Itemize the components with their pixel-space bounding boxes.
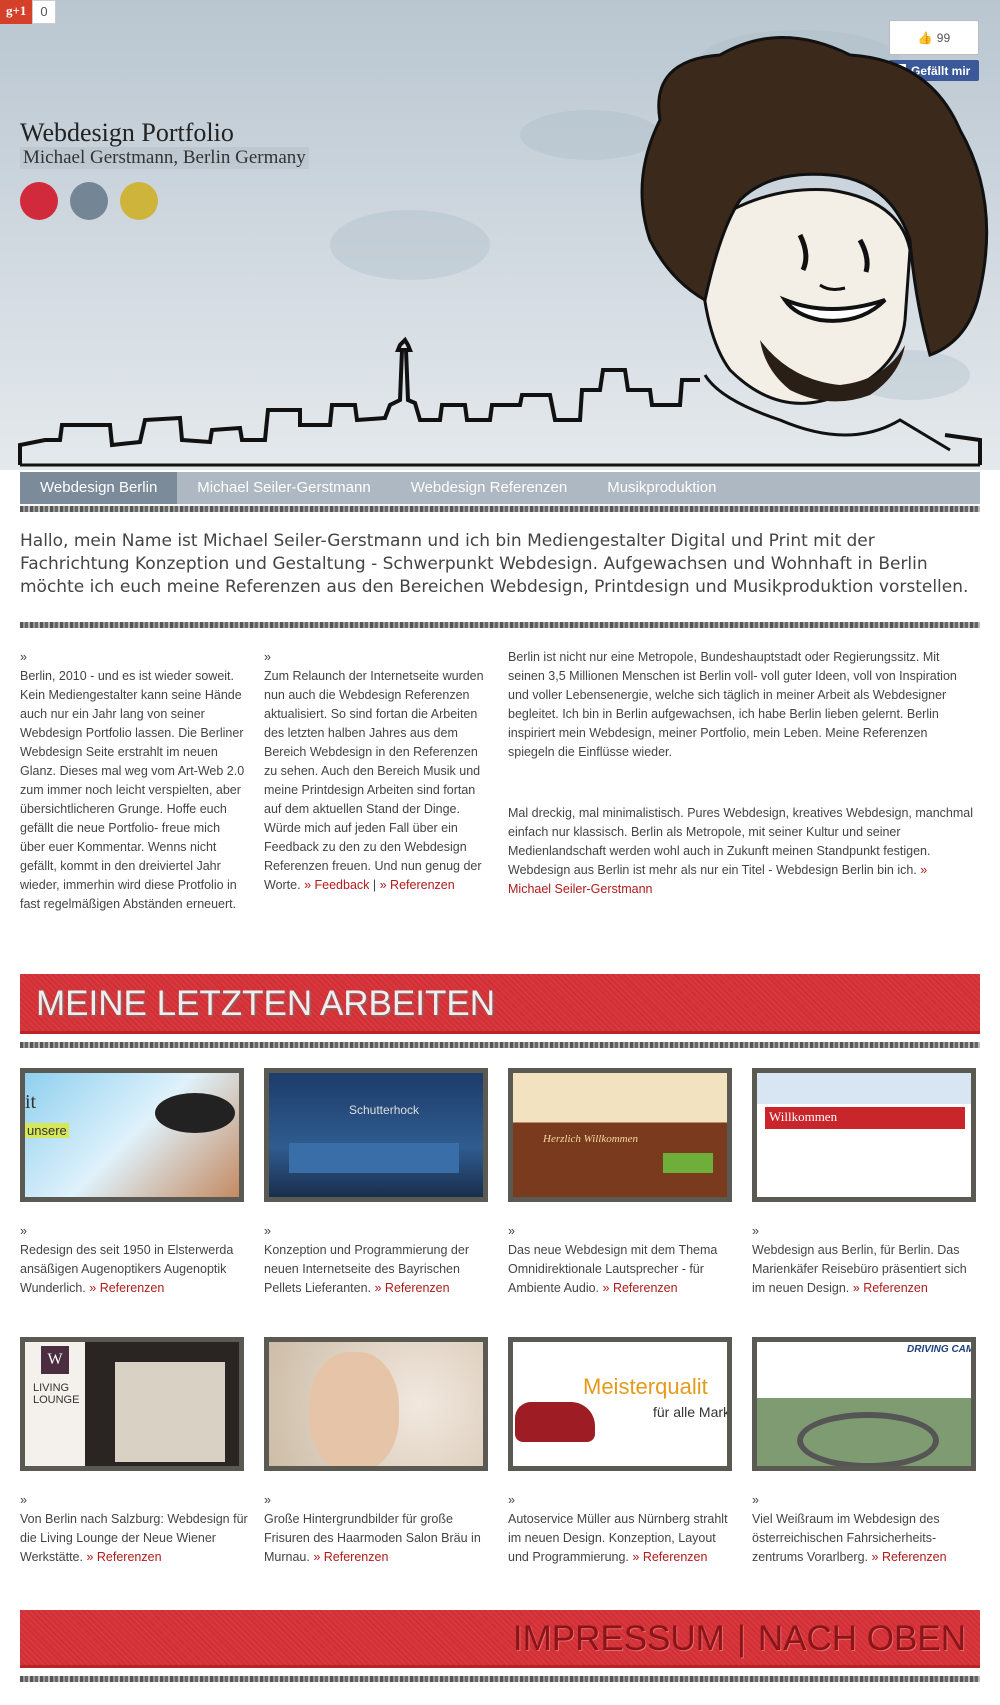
text-column-3: Berlin ist nicht nur eine Metropole, Bun…	[508, 648, 973, 899]
thumb-text: für alle Mark	[653, 1404, 731, 1420]
caption-arrow: »	[20, 1224, 27, 1238]
work-caption: » Das neue Webdesign mit dem Thema Omnid…	[508, 1222, 738, 1298]
main-nav: Webdesign Berlin Michael Seiler-Gerstman…	[20, 472, 980, 504]
works-heading: MEINE LETZTEN ARBEITEN	[36, 984, 495, 1023]
work-thumbnail[interactable]: it unsere	[20, 1068, 244, 1202]
thumb-text: LIVING LOUNGE	[33, 1382, 80, 1406]
track-shape	[797, 1412, 939, 1466]
living-lounge-logo: W	[41, 1346, 69, 1374]
work-caption: » Redesign des seit 1950 in Elsterwerda …	[20, 1222, 250, 1298]
nav-item-webdesign-referenzen[interactable]: Webdesign Referenzen	[391, 472, 588, 504]
referenzen-link[interactable]: » Referenzen	[632, 1550, 707, 1564]
referenzen-link[interactable]: » Referenzen	[375, 1281, 450, 1295]
referenzen-link[interactable]: » Referenzen	[86, 1550, 161, 1564]
referenzen-link[interactable]: » Referenzen	[313, 1550, 388, 1564]
link-separator: |	[372, 878, 377, 892]
grunge-divider	[20, 622, 980, 628]
work-caption: » Von Berlin nach Salzburg: Webdesign fü…	[20, 1491, 250, 1567]
text-column-2: » Zum Relaunch der Internetseite wurden …	[264, 648, 494, 895]
referenzen-link[interactable]: » Referenzen	[380, 878, 455, 892]
column-text: Berlin ist nicht nur eine Metropole, Bun…	[508, 650, 957, 759]
referenzen-link[interactable]: » Referenzen	[603, 1281, 678, 1295]
caption-arrow: »	[264, 1224, 271, 1238]
grunge-divider	[20, 1042, 980, 1048]
feedback-link[interactable]: » Feedback	[304, 878, 369, 892]
work-thumbnail[interactable]: Meisterqualit für alle Mark	[508, 1337, 732, 1471]
impressum-link[interactable]: IMPRESSUM	[513, 1619, 725, 1659]
caption-arrow: »	[508, 1493, 515, 1507]
column-text: Zum Relaunch der Internetseite wurden nu…	[264, 669, 484, 892]
portrait-shape	[309, 1352, 399, 1466]
column-arrow: »	[264, 650, 271, 664]
work-caption: » Autoservice Müller aus Nürnberg strahl…	[508, 1491, 738, 1567]
work-thumbnail[interactable]	[264, 1337, 488, 1471]
work-thumbnail[interactable]: Schutterhock	[264, 1068, 488, 1202]
nav-item-musikproduktion[interactable]: Musikproduktion	[587, 472, 736, 504]
referenzen-link[interactable]: » Referenzen	[89, 1281, 164, 1295]
column-text: Berlin, 2010 - und es ist wieder soweit.…	[20, 669, 245, 911]
caption-arrow: »	[264, 1493, 271, 1507]
work-thumbnail[interactable]: W LIVING LOUNGE	[20, 1337, 244, 1471]
grunge-divider	[20, 506, 980, 512]
referenzen-link[interactable]: » Referenzen	[853, 1281, 928, 1295]
thumb-text: unsere	[25, 1123, 69, 1138]
back-to-top-link[interactable]: NACH OBEN	[758, 1619, 966, 1659]
work-caption: » Webdesign aus Berlin, für Berlin. Das …	[752, 1222, 982, 1298]
work-thumbnail[interactable]: DRIVING CAM	[752, 1337, 976, 1471]
thumb-text: Willkommen	[769, 1109, 838, 1124]
thumb-text: Herzlich Willkommen	[543, 1133, 639, 1145]
work-thumbnail[interactable]: Willkommen	[752, 1068, 976, 1202]
header: g+1 0 👍 99 f Gefällt mir Webdesign Portf…	[0, 0, 1000, 470]
column-arrow: »	[20, 650, 27, 664]
work-caption: » Große Hintergrundbilder für große Fris…	[264, 1491, 494, 1567]
intro-text: Hallo, mein Name ist Michael Seiler-Gers…	[20, 531, 969, 597]
work-caption: » Viel Weißraum im Webdesign des österre…	[752, 1491, 982, 1567]
work-caption: » Konzeption und Programmierung der neue…	[264, 1222, 494, 1298]
caption-arrow: »	[752, 1493, 759, 1507]
footer-banner: IMPRESSUM | NACH OBEN	[20, 1610, 980, 1668]
nav-item-michael-seiler-gerstmann[interactable]: Michael Seiler-Gerstmann	[177, 472, 390, 504]
caption-arrow: »	[508, 1224, 515, 1238]
caption-arrow: »	[20, 1493, 27, 1507]
text-column-1: » Berlin, 2010 - und es ist wieder sowei…	[20, 648, 245, 914]
thumb-text: Meisterqualit	[583, 1374, 708, 1399]
thumb-text: it	[25, 1091, 37, 1113]
thumb-text: DRIVING CAM	[907, 1344, 975, 1355]
nav-item-webdesign-berlin[interactable]: Webdesign Berlin	[20, 472, 178, 504]
sunglasses-shape	[155, 1093, 235, 1133]
footer-links: IMPRESSUM | NACH OBEN	[513, 1619, 966, 1659]
works-banner: MEINE LETZTEN ARBEITEN	[20, 974, 980, 1034]
column-text: Mal dreckig, mal minimalistisch. Pures W…	[508, 806, 973, 877]
caption-arrow: »	[752, 1224, 759, 1238]
berlin-skyline-illustration	[18, 36, 989, 467]
referenzen-link[interactable]: » Referenzen	[872, 1550, 947, 1564]
work-thumbnail[interactable]: Herzlich Willkommen	[508, 1068, 732, 1202]
car-shape	[515, 1402, 595, 1442]
grunge-divider	[20, 1676, 980, 1682]
footer-separator: |	[736, 1619, 746, 1658]
thumb-text: Schutterhock	[349, 1103, 420, 1117]
